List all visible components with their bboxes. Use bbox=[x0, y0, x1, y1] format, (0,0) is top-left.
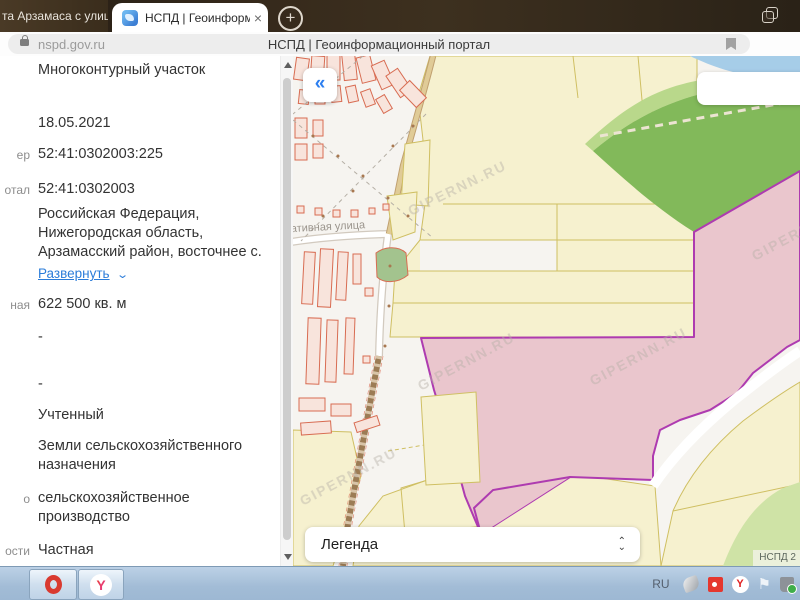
info-row: ости Частная bbox=[0, 541, 280, 560]
pond bbox=[376, 248, 408, 282]
language-indicator[interactable]: RU bbox=[652, 577, 669, 591]
info-label-fragment: о bbox=[0, 489, 32, 506]
map-canvas[interactable]: ативная улица GIPERNN.RU GIPERNN.RU GIPE… bbox=[293, 56, 800, 566]
info-row: ная 622 500 кв. м bbox=[0, 295, 280, 314]
info-row: Развернуть⌄ bbox=[0, 264, 280, 285]
map-popup-box bbox=[697, 72, 800, 105]
info-value: Российская Федерация, Нижегородская обла… bbox=[38, 205, 262, 262]
parcel-info-panel: Многоконтурный участок 18.05.2021 ер 52:41:… bbox=[0, 56, 280, 566]
info-label-fragment bbox=[0, 328, 32, 331]
address-page-title: НСПД | Геоинформационный портал bbox=[8, 37, 750, 52]
info-value: Частная bbox=[38, 541, 94, 560]
info-row: Земли сельскохозяйственного назначения bbox=[0, 437, 280, 475]
info-row: Многоконтурный участок bbox=[0, 61, 280, 80]
tray-app-icon[interactable] bbox=[681, 575, 701, 594]
nspd-favicon-icon bbox=[122, 10, 138, 26]
info-label-fragment bbox=[0, 61, 32, 64]
info-row: Российская Федерация, Нижегородская обла… bbox=[0, 205, 280, 262]
scrollbar-thumb[interactable] bbox=[283, 78, 291, 540]
tab-nspd-active[interactable]: НСПД | Геоинформаци × bbox=[112, 3, 268, 32]
info-label-fragment bbox=[0, 406, 32, 409]
yandex-browser-icon: Y bbox=[90, 574, 112, 596]
os-taskbar: Y RU Y ⚑ bbox=[0, 566, 800, 600]
map-attribution: НСПД 2 bbox=[753, 550, 800, 566]
info-label-fragment: ная bbox=[0, 295, 32, 312]
info-label-fragment: ер bbox=[0, 145, 32, 162]
info-value: 52:41:0302003 bbox=[38, 180, 135, 199]
address-input[interactable]: nspd.gov.ru НСПД | Геоинформационный пор… bbox=[8, 34, 750, 54]
browser-tab-bar: та Арзамаса с улицам НСПД | Геоинформаци… bbox=[0, 0, 800, 32]
tray-record-icon[interactable] bbox=[708, 577, 723, 592]
panel-scrollbar[interactable] bbox=[280, 56, 293, 566]
new-tab-button[interactable]: + bbox=[278, 6, 303, 31]
info-row: ер 52:41:0302003:225 bbox=[0, 145, 280, 164]
chevron-down-icon: ⌄ bbox=[116, 266, 129, 285]
info-value: сельскохозяйственное производство bbox=[38, 489, 190, 527]
legend-expand-icon[interactable]: ⌃⌄ bbox=[618, 539, 626, 551]
safely-remove-usb-icon[interactable] bbox=[780, 577, 794, 592]
info-value: Учтенный bbox=[38, 406, 104, 425]
info-label-fragment bbox=[0, 114, 32, 117]
info-row: - bbox=[0, 375, 280, 394]
info-value: 52:41:0302003:225 bbox=[38, 145, 163, 164]
scroll-up-icon[interactable] bbox=[284, 62, 292, 68]
info-row: о сельскохозяйственное производство bbox=[0, 489, 280, 527]
info-value: - bbox=[38, 375, 43, 394]
opera-icon bbox=[45, 575, 62, 594]
legend-label: Легенда bbox=[321, 536, 618, 553]
map-graphics: ативная улица GIPERNN.RU GIPERNN.RU GIPE… bbox=[293, 56, 800, 566]
info-label-fragment: отал bbox=[0, 180, 32, 197]
scroll-down-icon[interactable] bbox=[284, 554, 292, 560]
info-label-fragment bbox=[0, 375, 32, 378]
info-value: 622 500 кв. м bbox=[38, 295, 127, 314]
taskbar-opera-button[interactable] bbox=[29, 569, 77, 600]
side-panels-icon[interactable] bbox=[762, 7, 778, 23]
panel-collapse-button[interactable]: « bbox=[303, 68, 337, 102]
tray-yandex-icon[interactable]: Y bbox=[732, 576, 749, 593]
expand-link[interactable]: Развернуть⌄ bbox=[38, 264, 127, 285]
taskbar-yandex-button[interactable]: Y bbox=[78, 569, 124, 600]
tab-close-icon[interactable]: × bbox=[254, 10, 262, 26]
tab-title: НСПД | Геоинформаци bbox=[145, 11, 250, 25]
info-label-fragment bbox=[0, 205, 32, 208]
system-tray: RU Y ⚑ bbox=[652, 567, 800, 601]
info-value: Земли сельскохозяйственного назначения bbox=[38, 437, 242, 475]
info-row: 18.05.2021 bbox=[0, 114, 280, 133]
action-center-flag-icon[interactable]: ⚑ bbox=[758, 575, 771, 593]
parcel-info-rows: Многоконтурный участок 18.05.2021 ер 52:41:… bbox=[0, 56, 280, 560]
tab-arzamas-map[interactable]: та Арзамаса с улицам bbox=[0, 0, 108, 32]
info-label-fragment bbox=[0, 264, 32, 267]
info-value: - bbox=[38, 328, 43, 347]
legend-bar[interactable]: Легенда ⌃⌄ bbox=[305, 527, 640, 562]
info-label-fragment bbox=[0, 437, 32, 440]
info-row: - bbox=[0, 328, 280, 347]
info-label-fragment: ости bbox=[0, 541, 32, 558]
info-value: Многоконтурный участок bbox=[38, 61, 205, 80]
address-bar: nspd.gov.ru НСПД | Геоинформационный пор… bbox=[0, 32, 800, 56]
info-value: 18.05.2021 bbox=[38, 114, 111, 133]
inset-parcel bbox=[421, 392, 480, 485]
info-row: Учтенный bbox=[0, 406, 280, 425]
info-row: отал 52:41:0302003 bbox=[0, 180, 280, 199]
